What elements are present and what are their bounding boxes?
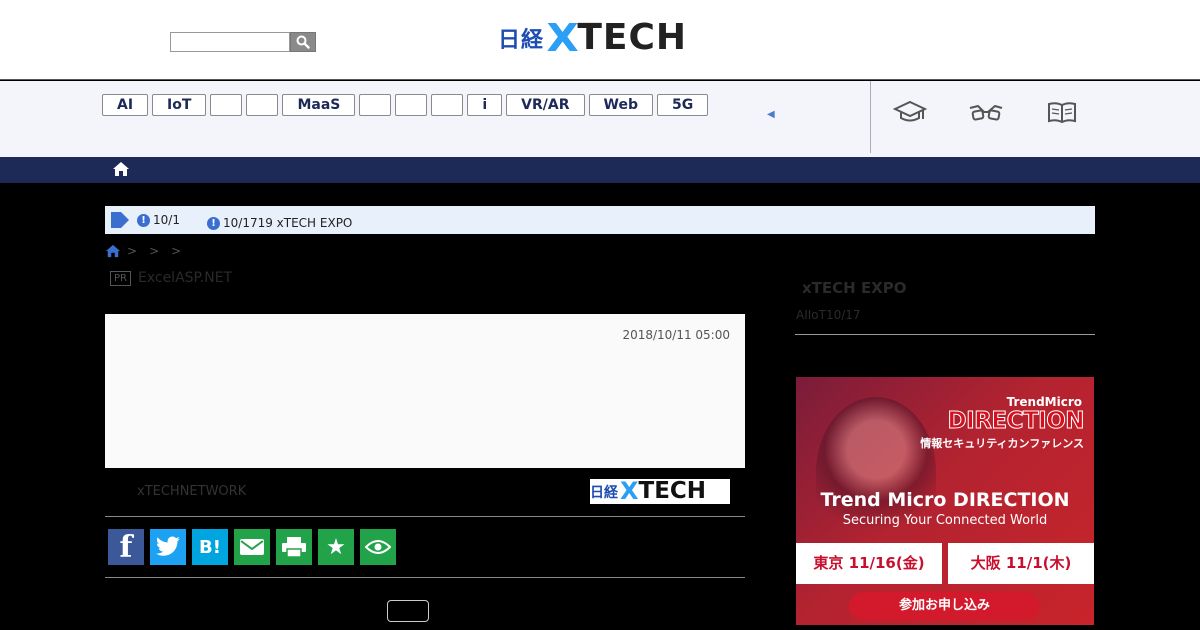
ad-date-tokyo: 東京 11/16(金) — [796, 543, 942, 584]
exclamation-icon: ! — [137, 213, 150, 227]
share-buttons: f B! ★ — [108, 529, 396, 565]
notice-item-1-text: 10/1 — [153, 213, 180, 227]
mail-share-button[interactable] — [234, 529, 270, 565]
tag-iot[interactable]: IoT — [152, 94, 207, 116]
graduation-cap-icon — [893, 100, 927, 122]
logo-jp-text: 日経 — [498, 28, 545, 53]
hatena-icon: B! — [199, 536, 221, 558]
ad-date-osaka: 大阪 11/1(木) — [948, 543, 1094, 584]
watch-button[interactable] — [360, 529, 396, 565]
byline-logo-jp: 日経 — [590, 484, 618, 501]
facebook-icon: f — [119, 529, 133, 565]
byline-logo[interactable]: 日経 X TECH — [590, 479, 730, 504]
ad-tagline: Securing Your Connected World — [842, 513, 1048, 528]
search-button[interactable] — [290, 32, 316, 52]
tag-vr-ar[interactable]: VR/AR — [506, 94, 585, 116]
mail-icon — [240, 539, 264, 555]
notice-item-2[interactable]: ! 10/1719 xTECH EXPO — [207, 216, 352, 230]
tag-web[interactable]: Web — [588, 94, 653, 116]
facebook-share-button[interactable]: f — [108, 529, 144, 565]
byline-logo-tech: TECH — [638, 478, 707, 504]
breadcrumb: > > > — [105, 244, 187, 258]
home-link[interactable] — [112, 161, 130, 177]
ad-conference-name: 情報セキュリティカンファレンス — [920, 437, 1084, 450]
site-logo[interactable]: 日経 X TECH — [498, 16, 688, 60]
eye-icon — [365, 540, 391, 554]
tag-blank-1[interactable] — [210, 94, 243, 116]
tag-5g[interactable]: 5G — [656, 94, 709, 116]
nav-learning[interactable] — [892, 97, 928, 127]
article-date: 2018/10/11 05:00 — [622, 328, 730, 342]
ad-direction-logo: DIRECTION — [947, 408, 1085, 435]
notice-bar: ! 10/1 ! 10/1719 xTECH EXPO — [105, 206, 1095, 234]
search-input[interactable] — [170, 32, 290, 52]
home-icon — [113, 162, 129, 176]
sidebar-subtitle: AIIoT10/17 — [796, 308, 861, 322]
glasses-icon — [969, 104, 1003, 121]
trend-micro-ad-banner[interactable]: TrendMicro DIRECTION 情報セキュリティカンファレンス Tre… — [796, 377, 1094, 625]
sidebar-title[interactable]: xTECH EXPO — [802, 279, 907, 297]
tag-blank-5[interactable] — [431, 94, 464, 116]
notice-item-2-text: 10/1719 xTECH EXPO — [223, 216, 353, 230]
tag-blank-4[interactable] — [395, 94, 428, 116]
tag-ai[interactable]: AI — [102, 94, 149, 116]
star-icon: ★ — [326, 534, 346, 560]
topic-nav: AI IoT MaaS i VR/AR Web 5G ◀ — [0, 81, 1200, 157]
scroll-left-arrow[interactable]: ◀ — [767, 109, 775, 120]
print-button[interactable] — [276, 529, 312, 565]
content-toggle-button[interactable] — [387, 600, 429, 622]
twitter-icon — [156, 536, 180, 556]
logo-x-mark: X — [546, 16, 579, 60]
byline-logo-x: X — [620, 477, 639, 505]
book-icon — [1048, 102, 1076, 124]
breadcrumb-separator: > — [149, 244, 160, 258]
pr-badge: PR — [110, 270, 131, 286]
twitter-share-button[interactable] — [150, 529, 186, 565]
search-form — [170, 32, 316, 52]
divider — [105, 516, 745, 517]
tag-maas[interactable]: MaaS — [282, 94, 356, 116]
notice-arrow-icon — [111, 212, 129, 228]
ad-register-button[interactable]: 参加お申し込み — [849, 592, 1040, 620]
pr-text: ExcelASP.NET — [137, 270, 233, 286]
topic-tags: AI IoT MaaS i VR/AR Web 5G — [102, 94, 709, 116]
logo-tech-text: TECH — [577, 17, 688, 58]
hatena-bookmark-button[interactable]: B! — [192, 529, 228, 565]
nav-divider — [870, 81, 871, 153]
site-header: 日経 X TECH — [0, 0, 1200, 80]
breadcrumb-separator: > — [127, 244, 138, 258]
printer-icon — [282, 537, 306, 558]
tag-blank-2[interactable] — [246, 94, 279, 116]
favorite-button[interactable]: ★ — [318, 529, 354, 565]
tag-i[interactable]: i — [467, 94, 503, 116]
ad-headline: Trend Micro DIRECTION — [820, 489, 1070, 511]
tag-blank-3[interactable] — [359, 94, 392, 116]
home-bar — [0, 157, 1200, 183]
article-header-card: 2018/10/11 05:00 — [105, 314, 745, 468]
nav-book[interactable] — [1044, 97, 1080, 127]
exclamation-icon: ! — [207, 216, 220, 230]
article-byline: xTECHNETWORK — [137, 484, 247, 499]
nav-icon-group — [892, 97, 1080, 127]
search-icon — [296, 35, 310, 49]
ad-brand: TrendMicro — [1006, 395, 1082, 409]
divider — [105, 577, 745, 578]
notice-item-1[interactable]: ! 10/1 — [137, 213, 180, 227]
breadcrumb-separator: > — [171, 244, 182, 258]
pr-link[interactable]: PR ExcelASP.NET — [110, 270, 232, 286]
sidebar-divider — [795, 334, 1095, 335]
nav-glasses[interactable] — [968, 97, 1004, 127]
breadcrumb-home-icon[interactable] — [105, 244, 121, 258]
